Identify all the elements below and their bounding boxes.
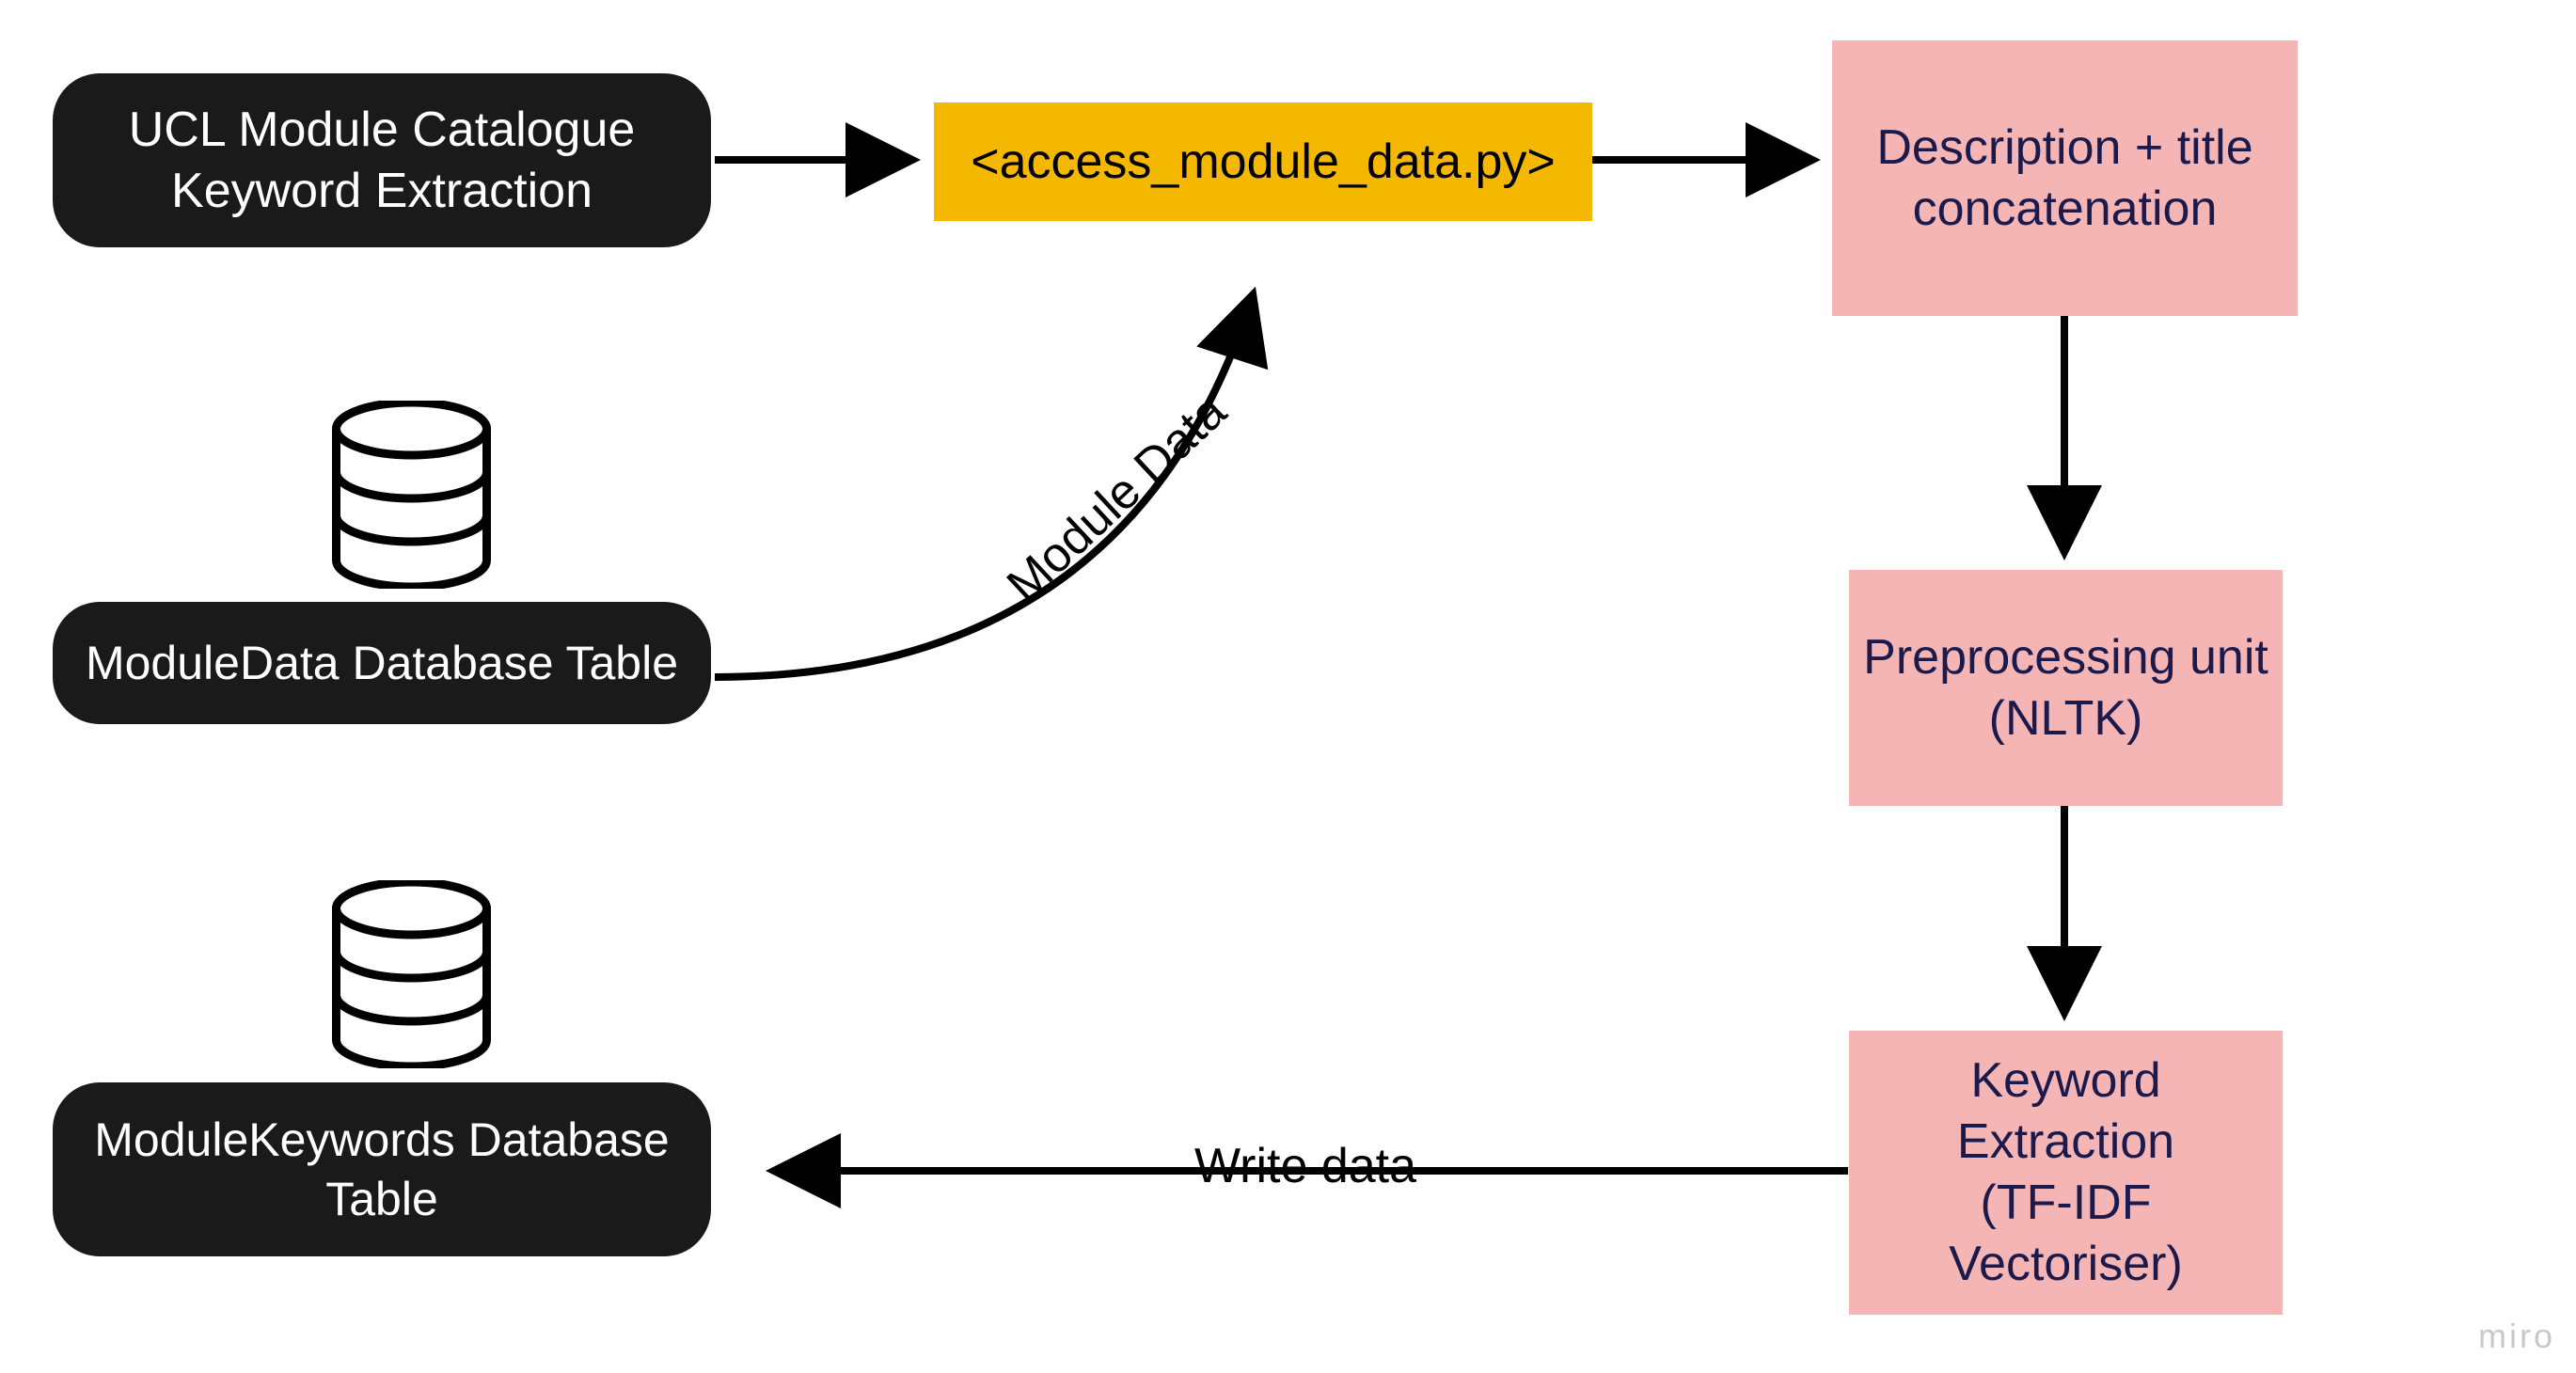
node-script: <access_module_data.py> — [934, 103, 1592, 221]
database-icon-modulekeywords — [329, 880, 494, 1073]
node-keyword-line3: (TF-IDF — [1981, 1176, 2152, 1230]
node-db-modulekeywords: ModuleKeywords Database Table — [53, 1082, 711, 1256]
node-db-modulekeywords-line1: ModuleKeywords Database — [94, 1113, 669, 1166]
node-preprocess-line2: (NLTK) — [1989, 691, 2143, 746]
node-start: UCL Module Catalogue Keyword Extraction — [53, 73, 711, 247]
node-keyword: Keyword Extraction (TF-IDF Vectoriser) — [1849, 1031, 2283, 1315]
node-db-moduledata-label: ModuleData Database Table — [86, 634, 678, 693]
node-keyword-line2: Extraction — [1957, 1114, 2174, 1169]
node-db-modulekeywords-line2: Table — [325, 1173, 438, 1225]
edge-label-write-data: Write data — [1194, 1138, 1416, 1194]
node-script-label: <access_module_data.py> — [971, 132, 1556, 193]
node-start-line1: UCL Module Catalogue — [129, 103, 636, 157]
arrow-moduledata-to-script — [715, 301, 1251, 677]
database-icon-moduledata — [329, 401, 494, 593]
node-preprocess-line1: Preprocessing unit — [1863, 630, 2268, 685]
node-db-moduledata: ModuleData Database Table — [53, 602, 711, 724]
node-concat: Description + title concatenation — [1832, 40, 2298, 316]
node-concat-line1: Description + title — [1876, 120, 2252, 175]
miro-watermark: miro — [2478, 1317, 2555, 1356]
edge-label-module-data: Module Data — [996, 384, 1238, 614]
node-start-line2: Keyword Extraction — [171, 164, 593, 218]
node-concat-line2: concatenation — [1913, 181, 2218, 236]
node-keyword-line4: Vectoriser) — [1949, 1237, 2183, 1291]
node-keyword-line1: Keyword — [1970, 1053, 2160, 1108]
node-preprocess: Preprocessing unit (NLTK) — [1849, 570, 2283, 806]
